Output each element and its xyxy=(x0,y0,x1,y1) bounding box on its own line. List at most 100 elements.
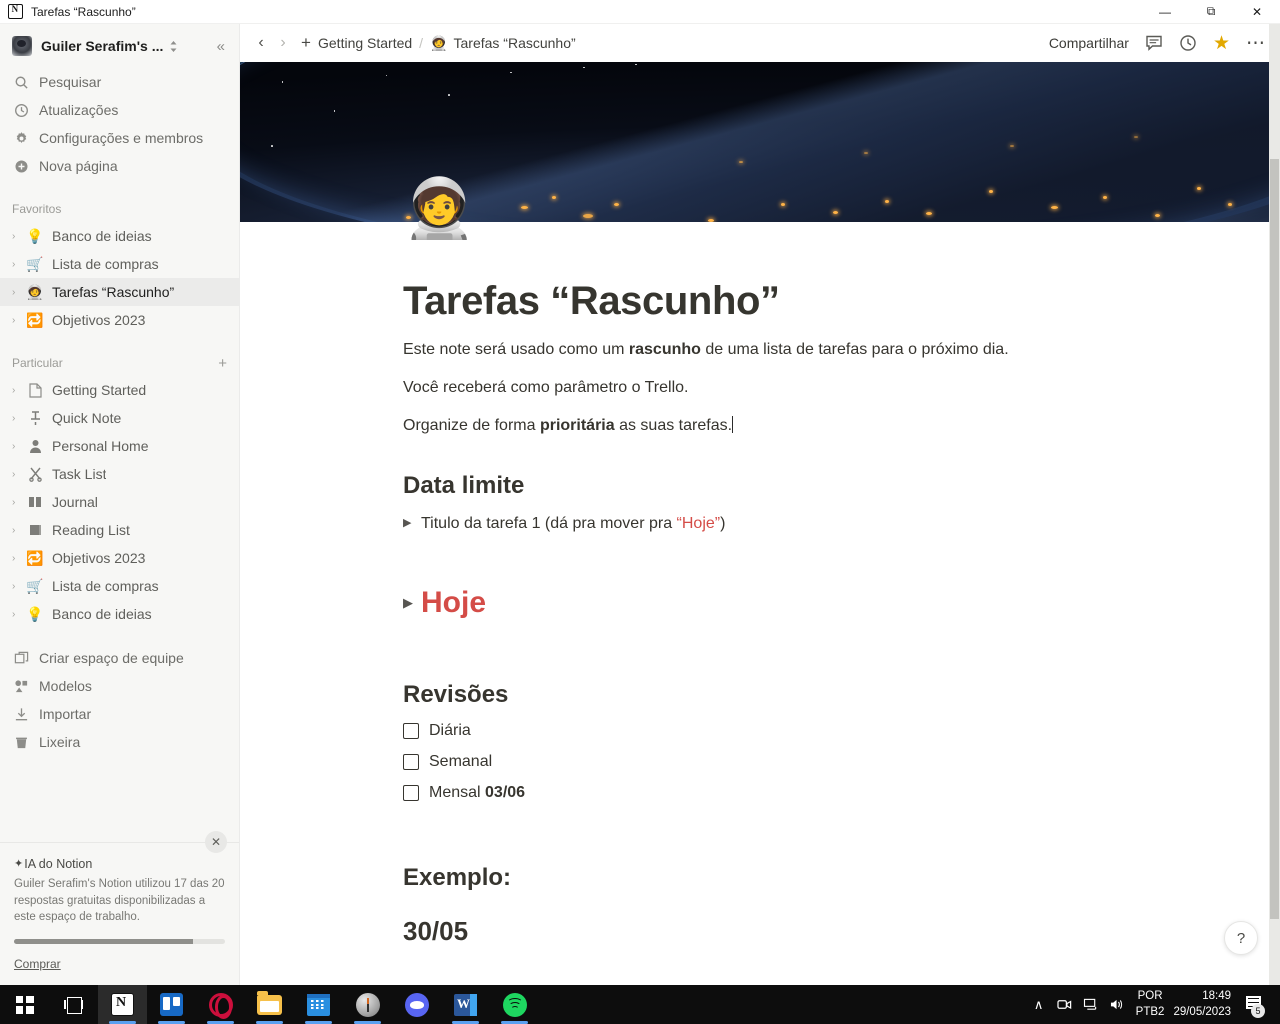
private-item-personal-home[interactable]: › Personal Home xyxy=(0,432,239,460)
page-title[interactable]: Tarefas “Rascunho” xyxy=(403,278,1140,324)
scrollbar-thumb[interactable] xyxy=(1270,159,1279,919)
close-icon[interactable]: ✕ xyxy=(205,830,227,853)
breadcrumb-item-getting-started[interactable]: Getting Started xyxy=(318,35,412,51)
private-item-reading-list[interactable]: › Reading List xyxy=(0,516,239,544)
sidebar-item-templates[interactable]: Modelos xyxy=(0,672,239,700)
comment-icon[interactable] xyxy=(1145,34,1163,52)
notifications-button[interactable]: 5 xyxy=(1241,994,1265,1018)
taskbar-app-spotify[interactable] xyxy=(490,985,539,1024)
todo-mensal-date: 03/06 xyxy=(485,784,526,801)
sidebar-item-settings[interactable]: Configurações e membros xyxy=(0,124,239,152)
chevron-right-icon[interactable]: › xyxy=(12,231,26,242)
checkbox-icon[interactable] xyxy=(403,754,419,770)
back-button[interactable]: ‹ xyxy=(250,34,272,52)
toggle-arrow-icon[interactable]: ▶ xyxy=(403,512,421,529)
page-cover-image[interactable] xyxy=(240,62,1280,222)
camera-icon[interactable] xyxy=(1052,998,1078,1011)
chevron-right-icon[interactable]: › xyxy=(12,385,26,396)
sidebar-label-search: Pesquisar xyxy=(39,74,102,90)
start-button[interactable] xyxy=(0,985,49,1024)
taskbar-app-clock[interactable] xyxy=(343,985,392,1024)
buy-link[interactable]: Comprar xyxy=(14,957,61,971)
maximize-button[interactable]: ⧉ xyxy=(1188,0,1234,24)
show-hidden-icons-button[interactable]: ∧ xyxy=(1026,997,1052,1013)
taskbar-app-file-explorer[interactable] xyxy=(245,985,294,1024)
page-scrollbar[interactable] xyxy=(1269,24,1280,985)
sidebar-item-updates[interactable]: Atualizações xyxy=(0,96,239,124)
page-history-icon[interactable] xyxy=(1179,34,1197,52)
chevron-right-icon[interactable]: › xyxy=(12,287,26,298)
todo-item-diaria[interactable]: Diária xyxy=(403,722,1140,740)
todo-item-semanal[interactable]: Semanal xyxy=(403,753,1140,771)
paragraph-1[interactable]: Este note será usado como um rascunho de… xyxy=(403,338,1140,362)
favorite-item-tarefas-rascunho[interactable]: › 🧑‍🚀 Tarefas “Rascunho” xyxy=(0,278,239,306)
chevron-right-icon[interactable]: › xyxy=(12,497,26,508)
chevron-right-icon[interactable]: › xyxy=(12,441,26,452)
chevron-right-icon[interactable]: › xyxy=(12,581,26,592)
sidebar-item-new-page[interactable]: Nova página xyxy=(0,152,239,180)
minimize-button[interactable]: — xyxy=(1142,0,1188,24)
taskbar-app-trello[interactable] xyxy=(147,985,196,1024)
close-button[interactable]: ✕ xyxy=(1234,0,1280,24)
favorite-item-objetivos-2023[interactable]: › 🔁 Objetivos 2023 xyxy=(0,306,239,334)
chevron-right-icon[interactable]: › xyxy=(12,609,26,620)
taskbar-app-discord[interactable] xyxy=(392,985,441,1024)
show-desktop-button[interactable] xyxy=(1275,985,1280,1024)
paragraph-3[interactable]: Organize de forma prioritária as suas ta… xyxy=(403,414,1140,438)
favorite-item-lista-de-compras[interactable]: › 🛒 Lista de compras xyxy=(0,250,239,278)
chevron-right-icon[interactable]: › xyxy=(12,259,26,270)
taskbar-app-word[interactable] xyxy=(441,985,490,1024)
private-item-task-list[interactable]: › Task List xyxy=(0,460,239,488)
task-view-button[interactable] xyxy=(49,985,98,1024)
sidebar-item-import[interactable]: Importar xyxy=(0,700,239,728)
clock-date-widget[interactable]: 18:49 29/05/2023 xyxy=(1173,989,1231,1020)
more-options-icon[interactable]: ⋯ xyxy=(1246,32,1266,55)
toolbar-actions: Compartilhar ★ ⋯ xyxy=(1049,32,1266,55)
taskbar-app-opera[interactable] xyxy=(196,985,245,1024)
private-item-quick-note[interactable]: › Quick Note xyxy=(0,404,239,432)
chevron-right-icon[interactable]: › xyxy=(12,553,26,564)
collapse-sidebar-button[interactable]: « xyxy=(213,36,229,57)
taskbar-app-notion[interactable] xyxy=(98,985,147,1024)
sidebar-item-search[interactable]: Pesquisar xyxy=(0,68,239,96)
paragraph-1-bold: rascunho xyxy=(628,341,701,358)
heading-data-limite[interactable]: Data limite xyxy=(403,472,1140,500)
private-item-banco-de-ideias[interactable]: › 💡 Banco de ideias xyxy=(0,600,239,628)
help-button[interactable]: ? xyxy=(1224,921,1258,955)
favorite-label: Banco de ideias xyxy=(52,228,152,244)
star-icon[interactable]: ★ xyxy=(1213,32,1230,55)
workspace-switcher[interactable]: Guiler Serafim's ... « xyxy=(0,24,239,68)
checkbox-icon[interactable] xyxy=(403,723,419,739)
toggle-block-hoje[interactable]: ▶ Hoje xyxy=(403,580,1140,625)
taskbar-app-calendar[interactable] xyxy=(294,985,343,1024)
sidebar-label-trash: Lixeira xyxy=(39,734,81,750)
private-item-objetivos-2023[interactable]: › 🔁 Objetivos 2023 xyxy=(0,544,239,572)
heading-exemplo[interactable]: Exemplo: xyxy=(403,864,1140,892)
chevron-right-icon[interactable]: › xyxy=(12,525,26,536)
private-item-lista-de-compras[interactable]: › 🛒 Lista de compras xyxy=(0,572,239,600)
chevron-right-icon[interactable]: › xyxy=(12,469,26,480)
add-page-button[interactable]: + xyxy=(294,33,318,53)
private-item-journal[interactable]: › Journal xyxy=(0,488,239,516)
favorite-item-banco-de-ideias[interactable]: › 💡 Banco de ideias xyxy=(0,222,239,250)
astronaut-icon[interactable]: 🧑‍🚀 xyxy=(403,180,475,238)
volume-icon[interactable] xyxy=(1104,998,1130,1011)
add-private-page-button[interactable]: + xyxy=(218,356,227,371)
forward-button[interactable]: › xyxy=(272,34,294,52)
private-item-getting-started[interactable]: › Getting Started xyxy=(0,376,239,404)
chevron-right-icon[interactable]: › xyxy=(12,413,26,424)
breadcrumb-item-current-page[interactable]: Tarefas “Rascunho” xyxy=(454,35,576,51)
sidebar-item-trash[interactable]: Lixeira xyxy=(0,728,239,756)
toggle-arrow-icon[interactable]: ▶ xyxy=(403,595,421,611)
chevron-right-icon[interactable]: › xyxy=(12,315,26,326)
date-block-30-05[interactable]: 30/05 xyxy=(403,916,1140,947)
paragraph-2[interactable]: Você receberá como parâmetro o Trello. xyxy=(403,376,1140,400)
checkbox-icon[interactable] xyxy=(403,785,419,801)
share-button[interactable]: Compartilhar xyxy=(1049,35,1129,51)
language-indicator[interactable]: POR PTB2 xyxy=(1136,989,1165,1020)
sidebar-item-create-teamspace[interactable]: Criar espaço de equipe xyxy=(0,644,239,672)
network-icon[interactable] xyxy=(1078,998,1104,1011)
todo-item-mensal[interactable]: Mensal 03/06 xyxy=(403,784,1140,802)
heading-revisoes[interactable]: Revisões xyxy=(403,681,1140,709)
toggle-block-tarefa-1[interactable]: ▶ Titulo da tarefa 1 (dá pra mover pra “… xyxy=(403,512,1140,536)
